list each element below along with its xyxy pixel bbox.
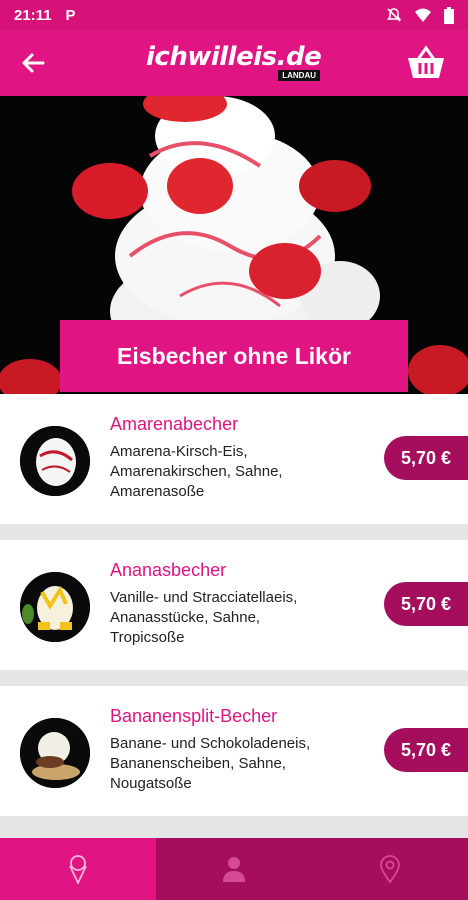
product-description: Banane- und Schokoladeneis, Bananenschei…	[110, 735, 311, 792]
ice-cream-icon	[69, 855, 87, 884]
logo-sub: LANDAU	[278, 70, 320, 81]
product-name: Ananasbecher	[110, 560, 227, 580]
product-photo	[20, 426, 90, 496]
status-time: 21:11	[14, 6, 52, 24]
wifi-icon	[415, 8, 431, 22]
product-thumbnail	[20, 572, 90, 642]
product-item-amarenabecher[interactable]: Amarenabecher Amarena-Kirsch-Eis, Amaren…	[0, 394, 468, 524]
product-name: Bananensplit-Becher	[110, 706, 278, 726]
logo-text: ichwilleis.de	[146, 42, 322, 72]
product-description: Vanille- und Stracciatellaeis, Ananasstü…	[110, 589, 298, 646]
person-icon	[223, 857, 245, 882]
status-icons	[386, 6, 454, 24]
logo: ichwilleis.de LANDAU	[146, 42, 326, 88]
battery-icon	[444, 6, 454, 24]
bottom-navigation	[0, 838, 468, 900]
product-photo	[20, 572, 90, 642]
product-photo	[20, 718, 90, 788]
parking-app-icon: P	[65, 6, 76, 24]
product-thumbnail	[20, 718, 90, 788]
mute-bell-icon	[386, 8, 402, 22]
product-item-bananensplit-becher[interactable]: Bananensplit-Becher Banane- und Schokola…	[0, 686, 468, 816]
product-name: Amarenabecher	[110, 414, 239, 434]
app-bar: ichwilleis.de LANDAU	[0, 30, 468, 96]
category-title-box: Eisbecher ohne Likör	[60, 320, 408, 392]
location-pin-icon	[380, 855, 400, 883]
nav-tab-ice-cream[interactable]	[0, 838, 156, 900]
status-bar: 21:11 P	[0, 0, 468, 30]
product-item-ananasbecher[interactable]: Ananasbecher Vanille- und Stracciatellae…	[0, 540, 468, 670]
price-button[interactable]: 5,70 €	[384, 728, 468, 772]
arrow-left-icon[interactable]	[18, 48, 48, 78]
price-button[interactable]: 5,70 €	[384, 436, 468, 480]
product-description: Amarena-Kirsch-Eis, Amarenakirschen, Sah…	[110, 443, 283, 500]
nav-tab-profile[interactable]	[156, 838, 312, 900]
nav-tab-location[interactable]	[312, 838, 468, 900]
product-thumbnail	[20, 426, 90, 496]
basket-icon[interactable]	[406, 44, 446, 82]
category-title: Eisbecher ohne Likör	[117, 342, 351, 369]
price-button[interactable]: 5,70 €	[384, 582, 468, 626]
